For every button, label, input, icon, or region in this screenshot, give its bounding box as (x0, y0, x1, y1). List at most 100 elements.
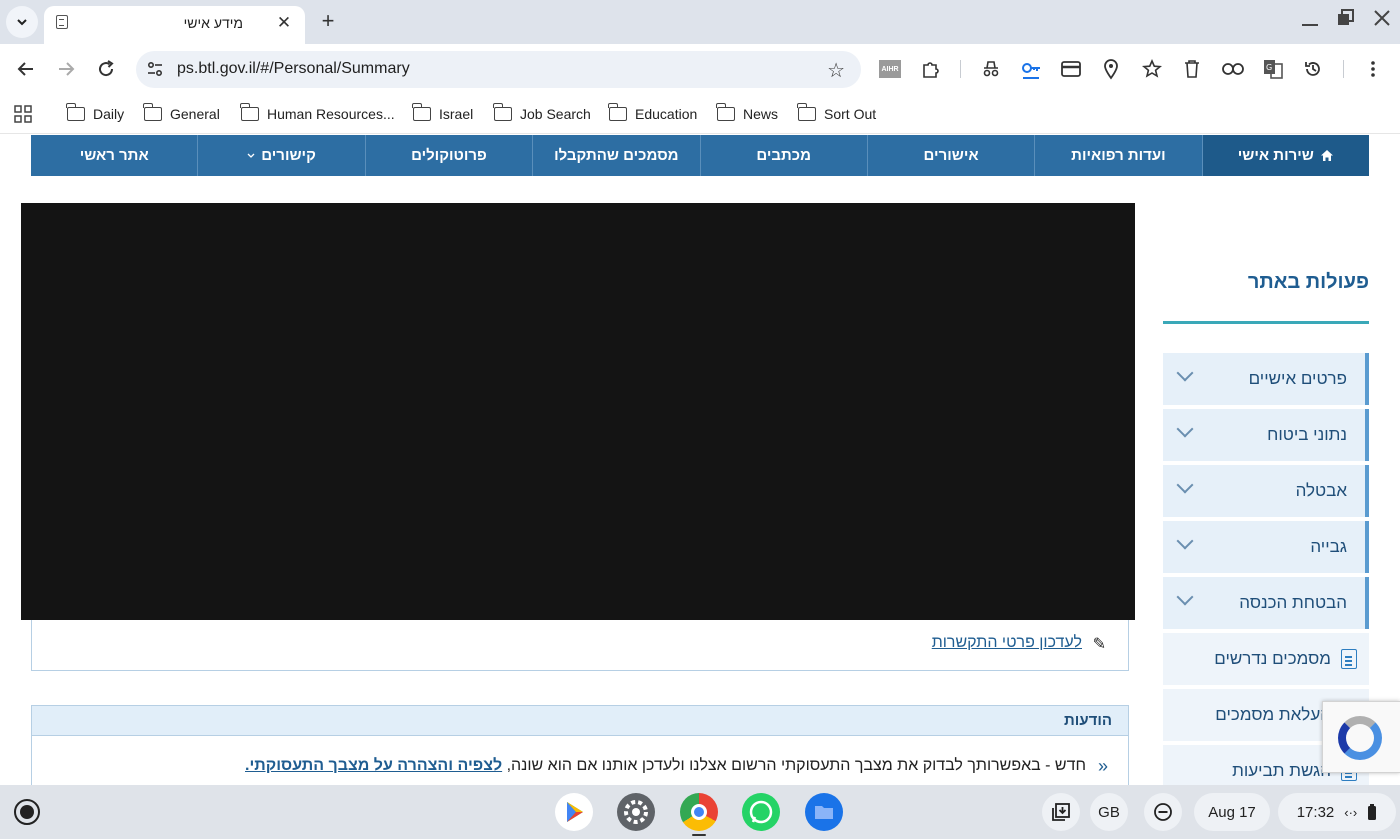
forward-arrow-icon (59, 62, 75, 76)
sidebar-item-insurance-data[interactable]: נתוני ביטוח (1163, 409, 1369, 461)
sidebar-item-collection[interactable]: גבייה (1163, 521, 1369, 573)
chrome-icon[interactable] (680, 793, 718, 831)
back-button[interactable] (13, 56, 39, 82)
nav-item-personal-service[interactable]: שירות אישי (1201, 135, 1369, 176)
notices-header: הודעות (32, 706, 1128, 736)
new-tab-button[interactable]: + (316, 9, 340, 33)
sidebar-item-personal-details[interactable]: פרטים אישיים (1163, 353, 1369, 405)
tab-strip: מידע אישי ✕ + (0, 0, 1400, 44)
folder-icon (716, 103, 735, 121)
toolbar-separator (960, 60, 961, 78)
reading-list-star-icon[interactable] (1141, 58, 1163, 80)
minimize-icon[interactable] (1300, 8, 1320, 33)
chevron-down-icon (1176, 476, 1194, 494)
input-language-indicator[interactable]: GB (1090, 793, 1128, 831)
sidebar-item-label: אבטלה (1295, 481, 1347, 500)
notices-title: הודעות (1064, 712, 1112, 729)
input-language-label: GB (1098, 803, 1120, 821)
bookmark-label: Human Resources... (267, 106, 395, 122)
site-info-icon[interactable] (146, 60, 164, 78)
bookmark-folder[interactable]: News (716, 102, 779, 126)
close-tab-icon[interactable]: ✕ (273, 12, 295, 34)
apps-grid-icon[interactable] (14, 102, 32, 126)
aihr-extension-icon[interactable]: AIHR (879, 58, 901, 80)
history-icon[interactable] (1302, 58, 1324, 80)
tab-title: מידע אישי (183, 15, 243, 31)
extensions-puzzle-icon[interactable] (920, 58, 942, 80)
employment-status-link[interactable]: לצפיה והצהרה על מצבך התעסוקתי. (245, 757, 502, 774)
files-icon[interactable] (805, 793, 843, 831)
update-contact-link[interactable]: לעדכון פרטי התקשרות (932, 634, 1082, 652)
toolbar-separator (1343, 60, 1344, 78)
date-tray[interactable]: Aug 17 (1194, 793, 1270, 831)
bookmark-label: Israel (439, 106, 474, 122)
tab-search-button[interactable] (6, 6, 38, 38)
play-store-icon[interactable] (555, 793, 593, 831)
nav-item-approvals[interactable]: אישורים (866, 135, 1034, 176)
nav-item-protocols[interactable]: פרוטוקולים (364, 135, 532, 176)
chevron-down-icon (17, 19, 27, 26)
launcher-icon[interactable] (14, 799, 40, 825)
web-page: שירות אישי ועדות רפואיות אישורים מכתבים … (0, 135, 1400, 785)
incognito-icon[interactable] (980, 58, 1002, 80)
notice-text: חדש - באפשרותך לבדוק את מצבך התעסוקתי הר… (506, 757, 1086, 774)
chevron-down-icon (247, 153, 255, 158)
nav-item-received-documents[interactable]: מסמכים שהתקבלו (532, 135, 699, 176)
location-pin-icon[interactable] (1100, 58, 1122, 80)
sidebar-item-label: מסמכים נדרשים (1214, 649, 1331, 668)
chevron-down-icon (1176, 364, 1194, 382)
active-app-indicator (692, 834, 706, 836)
url-text[interactable]: ps.btl.gov.il/#/Personal/Summary (177, 60, 410, 78)
sidebar-item-unemployment[interactable]: אבטלה (1163, 465, 1369, 517)
bookmark-folder[interactable]: Daily (66, 102, 125, 126)
chevron-down-icon (1176, 532, 1194, 550)
link-icon[interactable] (1222, 58, 1244, 80)
recaptcha-badge[interactable] (1322, 701, 1400, 773)
bookmark-label: News (743, 106, 779, 122)
reload-button[interactable] (93, 56, 119, 82)
nav-item-main-site[interactable]: אתר ראשי (31, 135, 197, 176)
bookmark-folder[interactable]: Human Resources... (240, 102, 395, 126)
restore-icon[interactable] (1336, 8, 1356, 33)
forward-button[interactable] (53, 56, 79, 82)
nav-item-letters[interactable]: מכתבים (699, 135, 867, 176)
bookmark-folder[interactable]: General (143, 102, 220, 126)
active-tab[interactable]: מידע אישי ✕ (44, 6, 305, 44)
close-window-icon[interactable] (1372, 8, 1392, 33)
bookmark-star-icon[interactable]: ☆ (827, 58, 845, 83)
nav-item-links[interactable]: קישורים (197, 135, 364, 176)
contact-details-box: ✎ לעדכון פרטי התקשרות (31, 620, 1129, 671)
address-bar[interactable]: ps.btl.gov.il/#/Personal/Summary ☆ (136, 51, 861, 88)
bookmark-label: Education (635, 106, 698, 122)
clipboard-tray-icon[interactable] (1042, 793, 1080, 831)
translate-icon[interactable]: G (1262, 58, 1284, 80)
trash-icon[interactable] (1181, 58, 1203, 80)
settings-gear-icon[interactable] (617, 793, 655, 831)
whatsapp-icon[interactable] (742, 793, 780, 831)
sidebar-title: פעולות באתר (1247, 271, 1369, 293)
video-overlay[interactable] (21, 203, 1135, 620)
clock-label: 17:32 (1296, 803, 1335, 821)
bookmark-folder[interactable]: Education (608, 102, 698, 126)
password-key-icon[interactable] (1020, 58, 1042, 80)
double-chevron-icon: » (1097, 756, 1108, 776)
svg-text:G: G (1266, 63, 1272, 72)
folder-icon (608, 103, 627, 121)
sidebar-item-required-documents[interactable]: מסמכים נדרשים (1163, 633, 1369, 685)
do-not-disturb-icon[interactable] (1144, 793, 1182, 831)
document-icon (1341, 649, 1357, 669)
home-icon (1320, 150, 1333, 161)
bookmark-folder[interactable]: Israel (412, 102, 474, 126)
nav-item-medical-committees[interactable]: ועדות רפואיות (1034, 135, 1201, 176)
payment-card-icon[interactable] (1060, 58, 1082, 80)
more-menu-icon[interactable] (1362, 58, 1384, 80)
bookmark-label: Daily (93, 106, 125, 122)
aihr-label: AIHR (879, 60, 901, 78)
bookmark-folder[interactable]: Sort Out (797, 102, 877, 126)
sidebar-item-label: הבטחת הכנסה (1239, 593, 1347, 612)
status-tray[interactable]: 17:32 ‹·› (1278, 793, 1396, 831)
bookmark-folder[interactable]: Job Search (493, 102, 591, 126)
notices-panel: הודעות » חדש - באפשרותך לבדוק את מצבך הת… (31, 705, 1129, 785)
bookmark-label: Sort Out (824, 106, 877, 122)
sidebar-item-income-support[interactable]: הבטחת הכנסה (1163, 577, 1369, 629)
